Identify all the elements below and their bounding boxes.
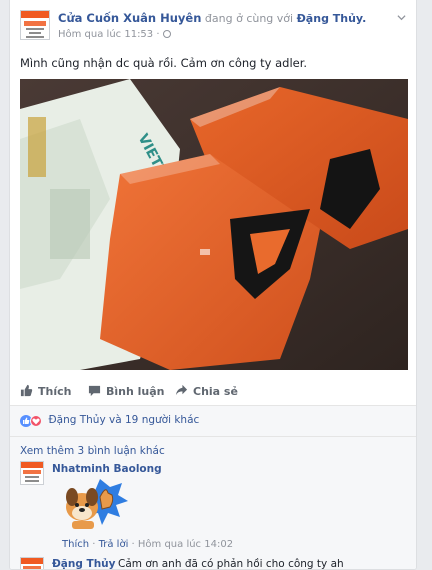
- post-timestamp[interactable]: Hôm qua lúc 11:53 ·: [58, 29, 160, 40]
- view-more-comments-link[interactable]: Xem thêm 3 bình luận khác: [20, 445, 165, 457]
- comment-text-2: Cảm ơn anh đã có phản hồi cho công ty ah: [118, 558, 344, 570]
- comment-author[interactable]: Nhatminh Baolong: [52, 463, 162, 475]
- commenter-avatar-2[interactable]: [20, 557, 44, 569]
- reactions-bar[interactable]: Đặng Thủy và 19 người khác: [10, 406, 416, 436]
- comment-reply-link[interactable]: Trả lời: [99, 539, 129, 550]
- page-name-link[interactable]: Cửa Cuốn Xuân Huyên: [58, 11, 201, 25]
- comments-section: Xem thêm 3 bình luận khác Nhatminh Baolo…: [10, 436, 416, 570]
- thumbs-up-icon: [20, 384, 33, 397]
- share-button[interactable]: Chia sẻ: [175, 384, 238, 399]
- globe-icon: [162, 30, 171, 38]
- comment-button-label: Bình luận: [106, 385, 165, 398]
- post-header: Cửa Cuốn Xuân Huyên đang ở cùng với Đặng…: [10, 0, 416, 44]
- like-button[interactable]: Thích: [20, 384, 71, 399]
- post-text: Mình cũng nhận dc quà rồi. Cảm ơn công t…: [20, 56, 308, 70]
- reactions-summary[interactable]: Đặng Thủy và 19 người khác: [49, 414, 200, 426]
- dog-thumbs-up-sticker: [66, 479, 128, 529]
- comment-icon: [88, 385, 101, 397]
- with-text: đang ở cùng với: [201, 12, 297, 25]
- love-reaction-icon: [30, 414, 42, 427]
- post-header-text: Cửa Cuốn Xuân Huyên đang ở cùng với Đặng…: [58, 11, 388, 26]
- comment-meta: Thích · Trả lời · Hôm qua lúc 14:02: [62, 539, 234, 550]
- page-avatar[interactable]: [20, 10, 50, 40]
- tagged-person-link[interactable]: Đặng Thủy.: [297, 12, 367, 25]
- comment-button[interactable]: Bình luận: [88, 384, 165, 399]
- post-meta: Hôm qua lúc 11:53 ·: [58, 29, 171, 41]
- commenter-avatar[interactable]: [20, 461, 44, 485]
- reaction-icons: [20, 414, 42, 427]
- like-button-label: Thích: [38, 385, 72, 398]
- comment-timestamp[interactable]: Hôm qua lúc 14:02: [138, 539, 233, 550]
- chevron-down-icon[interactable]: [397, 13, 406, 22]
- post-actions: Thích Bình luận Chia sẻ: [10, 378, 416, 406]
- share-icon: [175, 384, 188, 396]
- comment-like-link[interactable]: Thích: [62, 539, 89, 550]
- post-photo[interactable]: VIETTEL: [20, 79, 408, 370]
- comment-author-2[interactable]: Đặng Thủy: [52, 558, 116, 569]
- share-button-label: Chia sẻ: [193, 385, 238, 398]
- post-card: Cửa Cuốn Xuân Huyên đang ở cùng với Đặng…: [9, 0, 417, 570]
